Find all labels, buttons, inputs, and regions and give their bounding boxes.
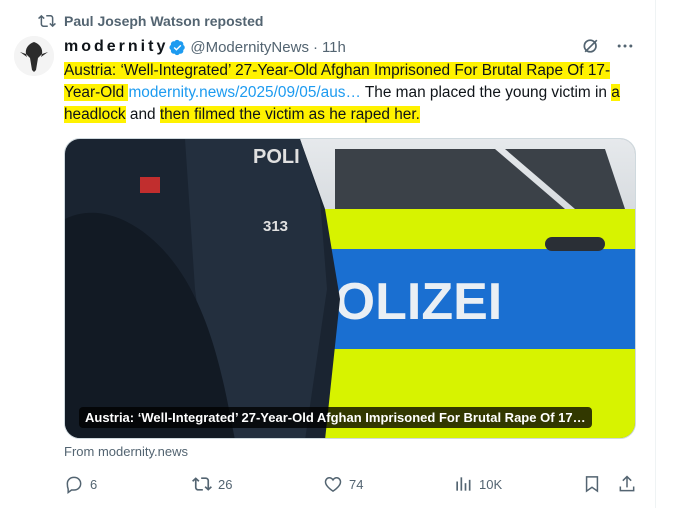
views-chart-icon xyxy=(456,477,471,491)
timestamp[interactable]: 11h xyxy=(322,39,346,56)
tweet-card[interactable]: Paul Joseph Watson reposted modernity @M… xyxy=(0,0,656,508)
avatar[interactable] xyxy=(14,36,54,76)
share-button[interactable] xyxy=(617,474,637,494)
like-button[interactable]: 74 xyxy=(323,474,363,494)
repost-context: Paul Joseph Watson reposted xyxy=(38,11,263,31)
reply-count: 6 xyxy=(90,476,98,492)
more-options-icon[interactable] xyxy=(615,36,635,56)
tweet-link[interactable]: modernity.news/2025/09/05/aus… xyxy=(128,84,360,101)
verified-badge-icon[interactable] xyxy=(169,39,186,56)
heart-icon xyxy=(324,476,342,492)
repost-action-icon xyxy=(192,477,212,491)
reply-button[interactable]: 6 xyxy=(64,474,97,494)
link-card-image[interactable]: POLIZEI POLI 313 Austria: ‘Well-Integrat… xyxy=(64,138,636,439)
repost-label[interactable]: Paul Joseph Watson reposted xyxy=(64,13,263,29)
repost-count: 26 xyxy=(218,476,233,492)
author-handle[interactable]: @ModernityNews xyxy=(190,39,309,56)
action-bar: 6 26 74 10K xyxy=(64,474,638,498)
reply-icon xyxy=(66,476,82,494)
bookmark-icon xyxy=(585,476,599,493)
tweet-text-part: The man placed the young victim in xyxy=(360,84,612,101)
views-button[interactable]: 10K xyxy=(453,474,502,494)
like-count: 74 xyxy=(349,476,364,492)
share-icon xyxy=(619,475,635,492)
tweet-header: modernity @ModernityNews · 11h xyxy=(64,36,635,58)
repost-button[interactable]: 26 xyxy=(192,474,232,494)
link-source[interactable]: From modernity.news xyxy=(64,444,188,459)
separator-dot: · xyxy=(312,38,318,56)
bookmark-button[interactable] xyxy=(582,474,602,494)
tweet-highlight-filmed: then filmed the victim as he raped her. xyxy=(159,106,420,123)
view-count: 10K xyxy=(479,476,503,492)
repost-icon xyxy=(38,14,56,28)
tweet-text: Austria: ‘Well-Integrated’ 27-Year-Old A… xyxy=(64,60,624,126)
grok-icon[interactable] xyxy=(581,36,601,56)
vest-label: POLI xyxy=(253,146,300,168)
link-card-caption[interactable]: Austria: ‘Well-Integrated’ 27-Year-Old A… xyxy=(79,407,592,428)
vest-number: 313 xyxy=(263,218,288,235)
author-name[interactable]: modernity xyxy=(64,38,168,56)
tweet-text-and: and xyxy=(125,106,160,123)
